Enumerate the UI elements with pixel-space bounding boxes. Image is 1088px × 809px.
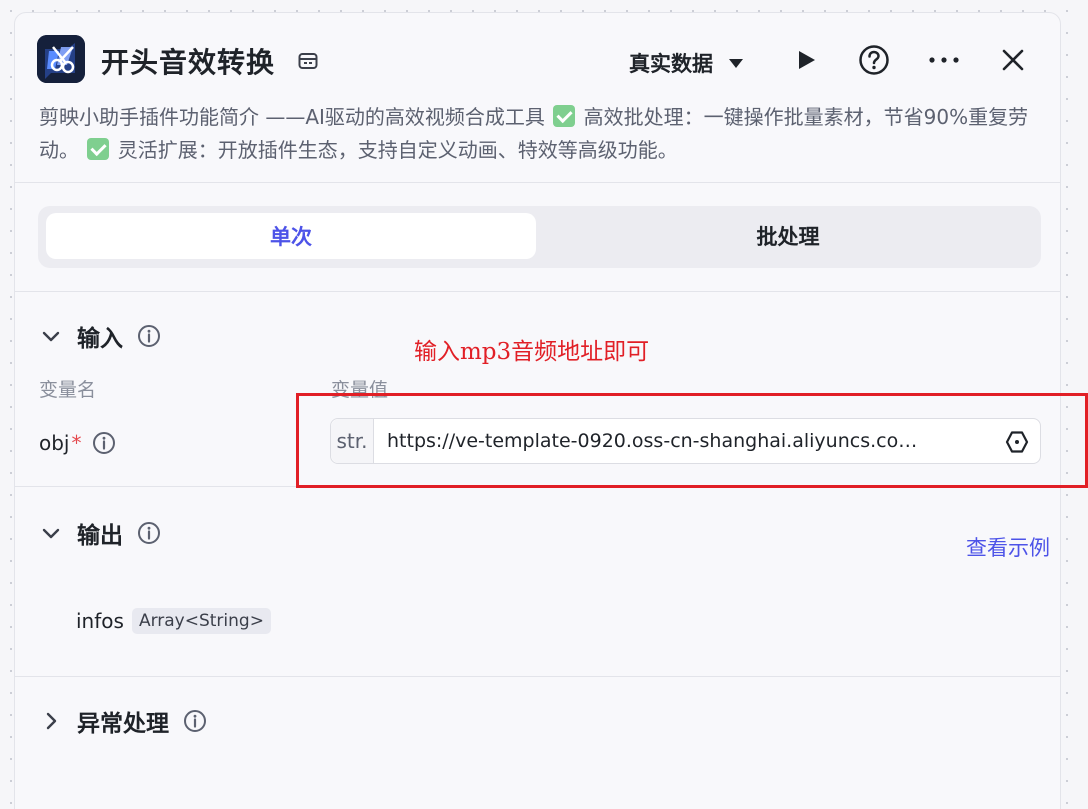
description-intro: 剪映小助手插件功能简介 ——AI驱动的高效视频合成工具 [39, 105, 552, 129]
divider [15, 676, 1060, 677]
param-name-label: obj [39, 431, 70, 455]
output-section-header[interactable]: 输出 [39, 516, 161, 550]
annotation-text: 输入mp3音频地址即可 [414, 339, 650, 365]
info-icon[interactable] [183, 709, 207, 733]
check-icon [553, 105, 576, 127]
output-field: infos Array<String> [76, 605, 271, 637]
node-title: 开头音效转换 [101, 46, 276, 79]
required-mark: * [71, 431, 82, 455]
node-description: 剪映小助手插件功能简介 ——AI驱动的高效视频合成工具 高效批处理：一键操作批量… [39, 101, 1039, 167]
input-section-title: 输入 [77, 326, 123, 352]
info-icon[interactable] [137, 521, 161, 545]
output-section-title: 输出 [77, 523, 123, 549]
description-point-2: 灵活扩展：开放插件生态，支持自定义动画、特效等高级功能。 [111, 138, 678, 162]
tab-batch[interactable]: 批处理 [543, 213, 1033, 259]
see-example-link[interactable]: 查看示例 [966, 532, 1050, 562]
chevron-down-icon[interactable] [39, 324, 63, 348]
close-icon[interactable] [996, 43, 1030, 77]
input-section-header[interactable]: 输入 [39, 319, 161, 353]
store-icon[interactable] [297, 50, 319, 72]
divider [15, 291, 1060, 292]
chevron-right-icon[interactable] [39, 709, 63, 733]
scissors-icon [37, 35, 85, 83]
exception-section-header[interactable]: 异常处理 [39, 704, 207, 738]
tab-single[interactable]: 单次 [46, 213, 536, 259]
column-label-name: 变量名 [39, 379, 97, 401]
data-mode-label: 真实数据 [629, 52, 713, 76]
output-type-badge: Array<String> [131, 608, 271, 634]
help-icon[interactable] [857, 43, 891, 77]
exception-section-title: 异常处理 [77, 711, 169, 737]
run-mode-tabs: 单次 批处理 [38, 206, 1041, 268]
chevron-down-icon[interactable] [39, 521, 63, 545]
check-icon [87, 138, 110, 160]
more-icon[interactable] [927, 43, 961, 77]
caret-down-icon [729, 58, 743, 68]
play-icon[interactable] [789, 43, 823, 77]
info-icon[interactable] [92, 431, 116, 455]
divider [15, 182, 1060, 183]
info-icon[interactable] [137, 324, 161, 348]
param-name: obj * [39, 426, 116, 460]
annotation-highlight-box [296, 393, 1088, 488]
panel-header: 开头音效转换 真实数据 [15, 13, 1060, 108]
output-field-name: infos [76, 609, 124, 633]
data-mode-select[interactable]: 真实数据 [629, 47, 743, 79]
